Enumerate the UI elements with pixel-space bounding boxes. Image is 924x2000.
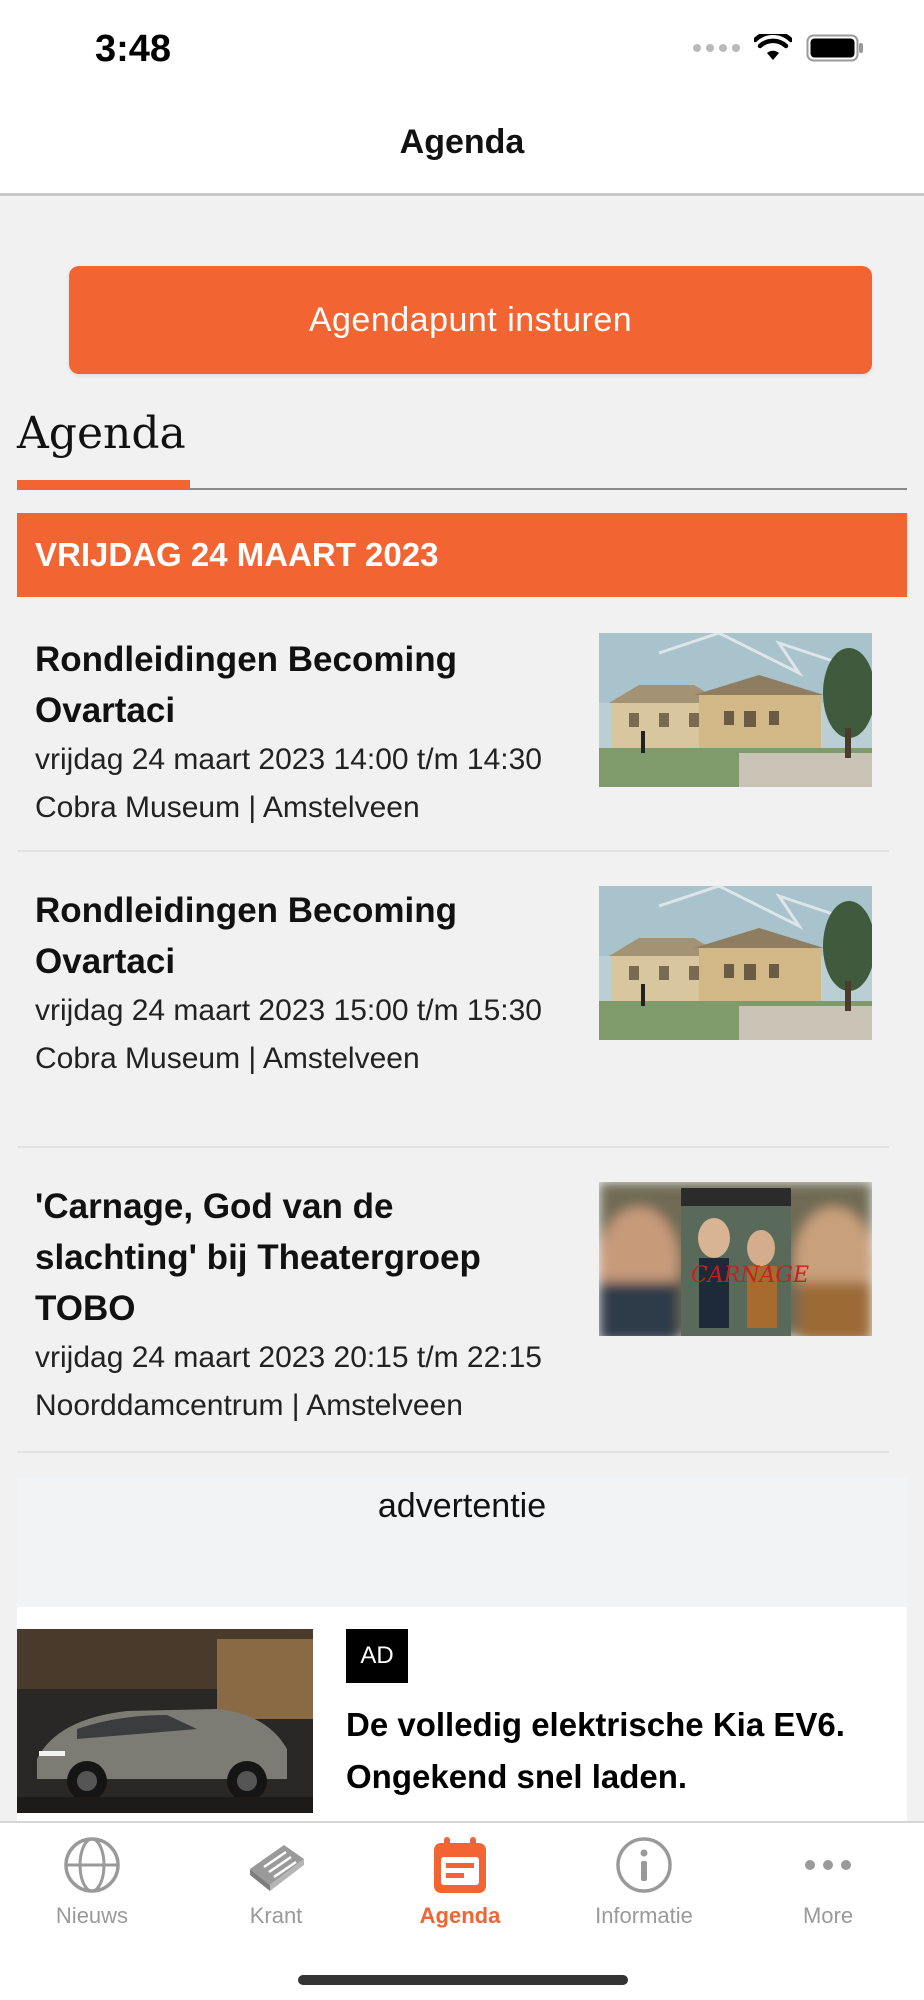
tab-informatie[interactable]: Informatie <box>552 1833 736 1933</box>
tab-label: Agenda <box>419 1903 501 1928</box>
nav-bar: Agenda <box>0 104 924 196</box>
event-time: vrijdag 24 maart 2023 15:00 t/m 15:30 <box>35 994 542 1027</box>
tab-bar: Nieuws Krant Agenda Informatie More <box>0 1821 924 2000</box>
event-text: Rondleidingen Becoming Ovartaci vrijdag … <box>35 634 595 829</box>
tab-label: Nieuws <box>55 1903 129 1928</box>
status-icons <box>693 34 864 62</box>
status-time: 3:48 <box>95 28 172 70</box>
wifi-icon <box>754 34 792 60</box>
event-venue: Noorddamcentrum | Amstelveen <box>35 1389 463 1422</box>
event-time: vrijdag 24 maart 2023 20:15 t/m 22:15 <box>35 1341 542 1374</box>
more-icon <box>796 1833 860 1897</box>
newspaper-icon <box>244 1833 308 1897</box>
event-venue: Cobra Museum | Amstelveen <box>35 791 420 824</box>
globe-icon <box>60 1833 124 1897</box>
event-item[interactable]: Rondleidingen Becoming Ovartaci vrijdag … <box>17 852 889 1148</box>
event-title: Rondleidingen Becoming Ovartaci <box>35 640 457 730</box>
event-text: 'Carnage, God van de slachting' bij Thea… <box>35 1181 595 1427</box>
info-icon <box>612 1833 676 1897</box>
ad-badge: AD <box>346 1629 408 1683</box>
event-thumbnail <box>599 886 872 1040</box>
ad-headline: De volledig elektrische Kia EV6. Ongeken… <box>346 1706 845 1795</box>
advertisement-label: advertentie <box>377 1487 547 1525</box>
tab-agenda[interactable]: Agenda <box>368 1833 552 1933</box>
event-title: Rondleidingen Becoming Ovartaci <box>35 891 457 981</box>
status-bar: 3:48 <box>0 0 924 104</box>
advertisement-image <box>17 1629 313 1813</box>
event-venue: Cobra Museum | Amstelveen <box>35 1042 420 1075</box>
home-indicator[interactable] <box>298 1975 628 1985</box>
tab-label: Informatie <box>595 1903 693 1928</box>
page-title: Agenda <box>399 123 525 161</box>
tab-krant[interactable]: Krant <box>184 1833 368 1933</box>
tab-label: Krant <box>249 1903 303 1928</box>
event-thumbnail: CARNAGE <box>599 1182 872 1336</box>
tab-nieuws[interactable]: Nieuws <box>0 1833 184 1933</box>
tab-label: More <box>802 1903 854 1928</box>
cellular-signal-icon <box>693 44 740 52</box>
event-item[interactable]: Rondleidingen Becoming Ovartaci vrijdag … <box>17 617 889 852</box>
event-text: Rondleidingen Becoming Ovartaci vrijdag … <box>35 885 595 1080</box>
svg-text:CARNAGE: CARNAGE <box>691 1263 809 1288</box>
event-time: vrijdag 24 maart 2023 14:00 t/m 14:30 <box>35 743 542 776</box>
event-title: 'Carnage, God van de slachting' bij Thea… <box>35 1187 481 1328</box>
advertisement-label-area: advertentie <box>17 1477 907 1607</box>
calendar-icon <box>428 1833 492 1897</box>
date-banner: VRIJDAG 24 MAART 2023 <box>17 513 907 597</box>
advertisement-card[interactable]: AD De volledig elektrische Kia EV6. Onge… <box>17 1607 907 1822</box>
section-accent-bar <box>17 480 190 490</box>
event-item[interactable]: 'Carnage, God van de slachting' bij Thea… <box>17 1148 889 1453</box>
event-thumbnail <box>599 633 872 787</box>
battery-icon <box>806 34 863 62</box>
tab-more[interactable]: More <box>736 1833 920 1933</box>
section-title: Agenda <box>17 408 186 459</box>
submit-agenda-item-button[interactable]: Agendapunt insturen <box>69 266 872 374</box>
